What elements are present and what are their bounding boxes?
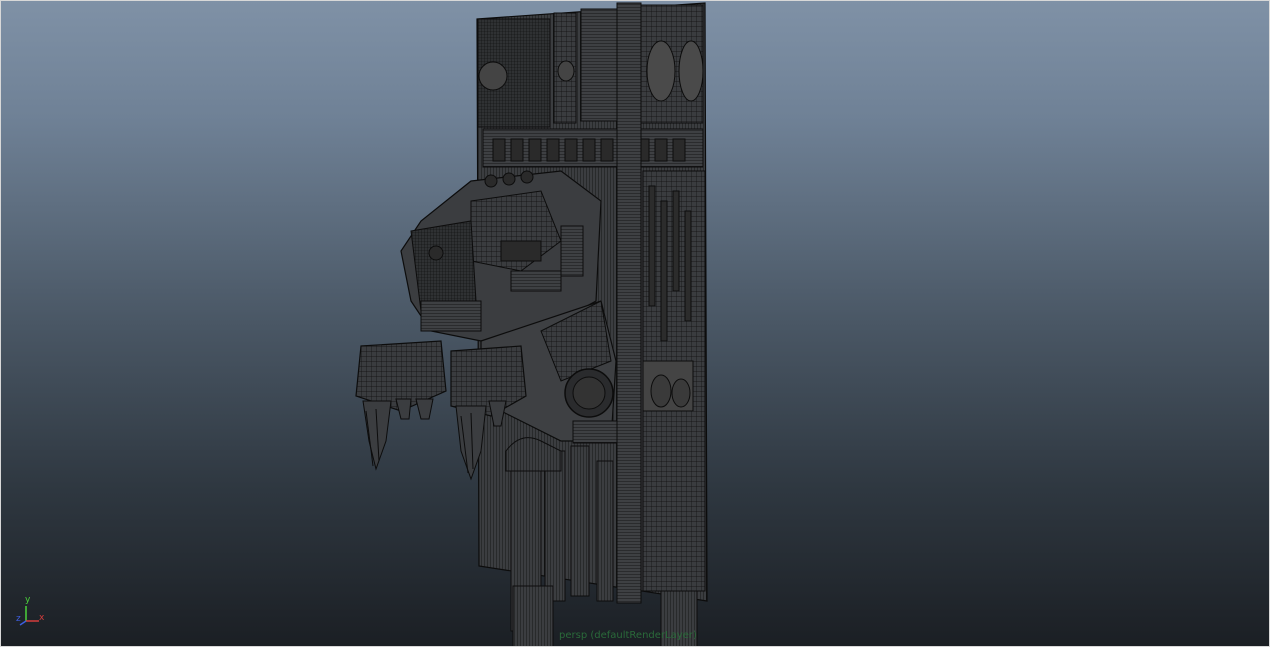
z-axis-label: z — [16, 614, 21, 624]
wireframe-model[interactable] — [1, 1, 1270, 647]
persp-viewport[interactable]: y x z persp (defaultRenderLayer) — [0, 0, 1270, 647]
camera-name-label: persp (defaultRenderLayer) — [559, 630, 697, 641]
axis-gizmo: y x z — [11, 595, 51, 635]
y-axis-label: y — [25, 595, 31, 605]
x-axis-label: x — [39, 613, 45, 623]
left-claw — [355, 340, 447, 471]
